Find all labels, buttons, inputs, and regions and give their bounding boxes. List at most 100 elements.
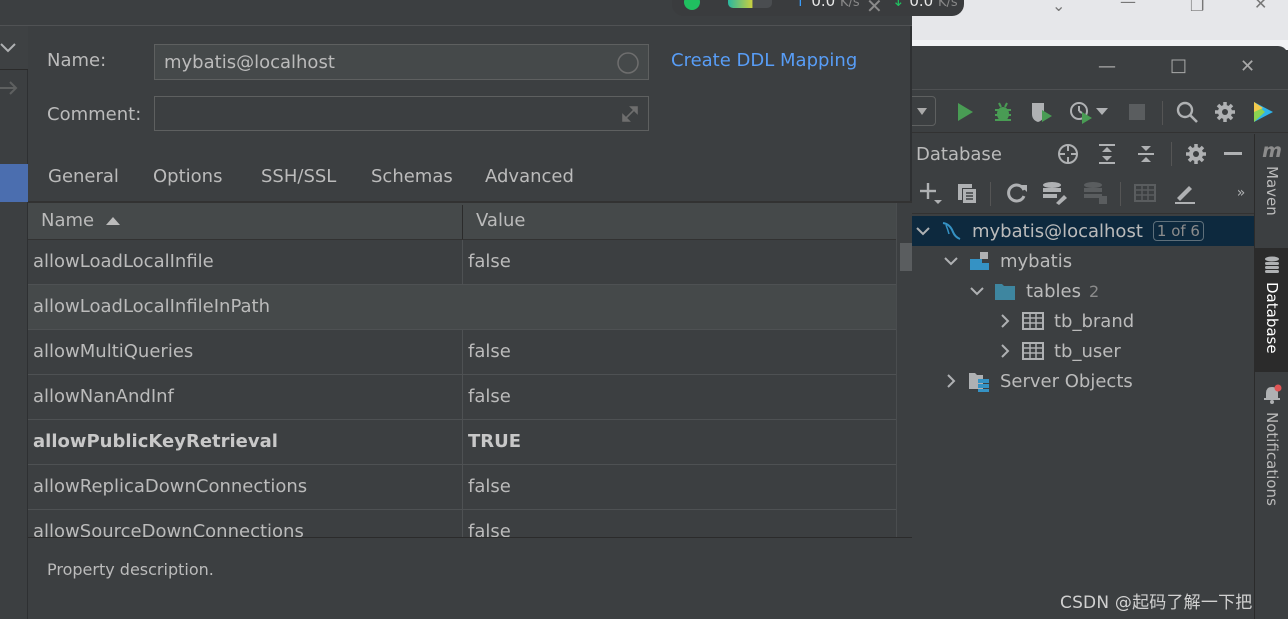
tree-node-table[interactable]: tb_brand <box>912 306 1254 336</box>
chevron-down-icon[interactable] <box>944 254 958 268</box>
collapse-toggle[interactable] <box>0 26 28 70</box>
property-value[interactable]: false <box>468 386 511 407</box>
property-value[interactable]: false <box>468 476 511 497</box>
schema-icon <box>968 250 990 272</box>
tab-schemas[interactable]: Schemas <box>371 166 453 202</box>
tool-tab-notifications[interactable]: Notifications <box>1255 384 1288 506</box>
property-value[interactable]: false <box>468 341 511 362</box>
copy-icon[interactable] <box>954 180 980 206</box>
ide-titlebar: — □ ✕ <box>912 46 1288 90</box>
table-icon <box>1022 340 1044 362</box>
tab-ssh-ssl[interactable]: SSH/SSL <box>261 166 336 202</box>
minimize-icon[interactable]: — <box>1120 0 1136 11</box>
tree-node-datasource[interactable]: mybatis@localhost 1 of 6 <box>912 216 1254 246</box>
tree-node-tables-folder[interactable]: tables 2 <box>912 276 1254 306</box>
status-dot-icon <box>684 0 700 10</box>
close-icon[interactable]: ✕ <box>1240 56 1255 77</box>
chevron-down-icon[interactable] <box>970 284 984 298</box>
tool-tab-database[interactable]: Database <box>1255 248 1288 372</box>
table-row[interactable]: allowLoadLocalInfile false <box>28 240 896 285</box>
add-icon[interactable] <box>918 180 944 206</box>
tree-node-server-objects[interactable]: Server Objects <box>912 366 1254 396</box>
maven-icon: m <box>1262 140 1282 162</box>
comment-field[interactable] <box>154 96 649 131</box>
maximize-icon[interactable]: □ <box>1170 55 1187 76</box>
tab-advanced[interactable]: Advanced <box>467 166 592 211</box>
panel-settings-gear-icon[interactable] <box>1183 141 1209 167</box>
restore-icon[interactable]: ❐ <box>1190 0 1204 15</box>
selected-data-source[interactable] <box>0 164 28 202</box>
property-value[interactable]: false <box>468 521 511 537</box>
data-source-properties-icon[interactable] <box>1042 180 1068 206</box>
close-icon[interactable]: ✕ <box>1254 0 1267 13</box>
table-header: Name Value <box>28 203 896 240</box>
chevron-down-icon[interactable]: ⌄ <box>1052 0 1065 15</box>
edit-icon[interactable] <box>1172 180 1198 206</box>
refresh-icon[interactable] <box>1004 180 1030 206</box>
property-name: allowSourceDownConnections <box>33 521 304 537</box>
data-source-properties-dialog: Name: Create DDL Mapping Comment: Genera… <box>28 26 912 619</box>
table-row[interactable]: allowNanAndInf false <box>28 375 896 420</box>
chevron-down-icon[interactable] <box>916 224 930 238</box>
chevron-right-icon[interactable] <box>944 374 958 388</box>
property-value[interactable]: TRUE <box>468 431 521 452</box>
property-name: allowMultiQueries <box>33 341 194 362</box>
tab-options[interactable]: Options <box>153 166 222 202</box>
table-row[interactable]: allowPublicKeyRetrieval TRUE <box>28 420 896 465</box>
color-indicator-icon[interactable] <box>616 51 640 75</box>
code-with-me-icon[interactable] <box>1250 99 1276 125</box>
database-panel-header: Database <box>912 134 1254 174</box>
arrow-right-icon[interactable] <box>0 80 18 99</box>
run-icon[interactable] <box>952 99 978 125</box>
table-row[interactable]: allowMultiQueries false <box>28 330 896 375</box>
hide-panel-icon[interactable] <box>1221 141 1247 167</box>
property-name: allowLoadLocalInfile <box>33 251 214 272</box>
table-view-icon[interactable] <box>1132 180 1158 206</box>
tool-tab-label: Maven <box>1263 166 1281 216</box>
column-header-label: Name <box>41 210 95 231</box>
tree-node-table[interactable]: tb_user <box>912 336 1254 366</box>
collapse-all-icon[interactable] <box>1133 141 1159 167</box>
property-description: Property description. <box>47 560 214 579</box>
chevron-right-icon[interactable] <box>998 314 1012 328</box>
name-label: Name: <box>47 50 107 71</box>
profiler-icon[interactable] <box>1068 99 1094 125</box>
advanced-properties-table: Name Value allowLoadLocalInfile false al… <box>28 203 896 537</box>
debug-icon[interactable] <box>990 99 1016 125</box>
table-row[interactable]: allowSourceDownConnections false <box>28 510 896 537</box>
tool-tab-maven[interactable]: m Maven <box>1255 140 1288 216</box>
bell-icon <box>1262 384 1282 408</box>
table-icon <box>1022 310 1044 332</box>
table-row[interactable]: allowLoadLocalInfileInPath <box>28 285 896 330</box>
minimize-icon[interactable]: — <box>1098 56 1116 77</box>
run-with-coverage-icon[interactable] <box>1028 99 1054 125</box>
disconnect-icon[interactable] <box>1082 180 1108 206</box>
name-input[interactable] <box>155 45 648 79</box>
name-field[interactable] <box>154 44 649 80</box>
profiler-dropdown-icon[interactable] <box>1094 99 1110 125</box>
search-icon[interactable] <box>1174 99 1200 125</box>
column-header-name[interactable]: Name <box>41 210 120 231</box>
column-header-value[interactable]: Value <box>476 210 525 231</box>
locate-icon[interactable] <box>1055 141 1081 167</box>
property-name: allowNanAndInf <box>33 386 174 407</box>
property-value[interactable]: false <box>468 251 511 272</box>
table-row[interactable]: allowReplicaDownConnections false <box>28 465 896 510</box>
chevron-right-icon[interactable] <box>998 344 1012 358</box>
data-sources-list-strip <box>0 26 28 619</box>
close-icon[interactable]: ✕ <box>866 0 883 18</box>
scrollbar-thumb[interactable] <box>900 243 912 271</box>
tree-node-schema[interactable]: mybatis <box>912 246 1254 276</box>
stop-icon[interactable] <box>1124 99 1150 125</box>
tree-node-label: tb_brand <box>1054 310 1135 332</box>
comment-input[interactable] <box>155 97 648 130</box>
tool-tab-label: Notifications <box>1263 412 1281 506</box>
settings-gear-icon[interactable] <box>1212 99 1238 125</box>
expand-icon[interactable] <box>620 104 640 124</box>
tab-general[interactable]: General <box>48 166 119 202</box>
more-actions-icon[interactable]: » <box>1228 180 1254 206</box>
table-vertical-scrollbar[interactable] <box>896 203 912 537</box>
expand-all-icon[interactable] <box>1094 141 1120 167</box>
tree-node-label: tb_user <box>1054 340 1121 362</box>
create-ddl-mapping-link[interactable]: Create DDL Mapping <box>671 50 857 71</box>
